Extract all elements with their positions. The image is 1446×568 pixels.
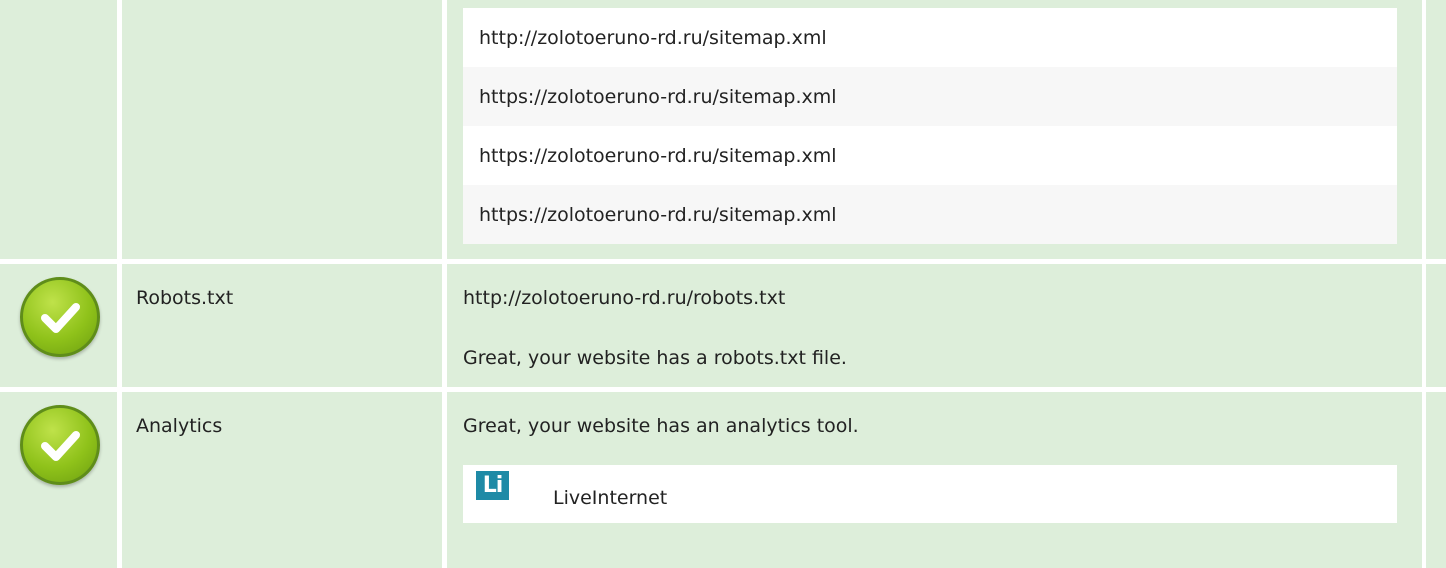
sitemap-list: http://zolotoeruno-rd.ru/sitemap.xml htt…	[447, 0, 1422, 259]
sitemap-url[interactable]: http://zolotoeruno-rd.ru/sitemap.xml	[479, 27, 827, 49]
analytics-label: Analytics	[136, 415, 223, 437]
sitemap-item[interactable]: http://zolotoeruno-rd.ru/sitemap.xml	[463, 8, 1397, 67]
analytics-icon-cell	[0, 392, 117, 568]
sitemap-item[interactable]: https://zolotoeruno-rd.ru/sitemap.xml	[463, 185, 1397, 244]
liveinternet-logo-icon: Li	[476, 471, 509, 500]
check-circle-icon	[20, 405, 100, 485]
robots-row: Robots.txt http://zolotoeruno-rd.ru/robo…	[0, 264, 1446, 387]
sitemap-url[interactable]: https://zolotoeruno-rd.ru/sitemap.xml	[479, 204, 837, 226]
robots-content-cell: http://zolotoeruno-rd.ru/robots.txt Grea…	[447, 264, 1422, 387]
sitemap-label-cell	[122, 0, 442, 259]
robots-label-cell: Robots.txt	[122, 264, 442, 387]
sitemap-item[interactable]: https://zolotoeruno-rd.ru/sitemap.xml	[463, 126, 1397, 185]
analytics-tool-item: Li LiveInternet	[463, 465, 1397, 523]
check-circle-icon	[20, 277, 100, 357]
analytics-label-cell: Analytics	[122, 392, 442, 568]
analytics-message: Great, your website has an analytics too…	[463, 415, 859, 437]
robots-right-cell	[1426, 264, 1446, 387]
sitemap-url[interactable]: https://zolotoeruno-rd.ru/sitemap.xml	[479, 86, 837, 108]
sitemap-right-cell	[1426, 0, 1446, 259]
robots-url[interactable]: http://zolotoeruno-rd.ru/robots.txt	[463, 289, 785, 308]
robots-label: Robots.txt	[136, 287, 234, 309]
analytics-tool-name: LiveInternet	[553, 487, 668, 509]
sitemap-url[interactable]: https://zolotoeruno-rd.ru/sitemap.xml	[479, 145, 837, 167]
analytics-content-cell: Great, your website has an analytics too…	[447, 392, 1422, 568]
sitemap-item[interactable]: https://zolotoeruno-rd.ru/sitemap.xml	[463, 67, 1397, 126]
analytics-row: Analytics Great, your website has an ana…	[0, 392, 1446, 568]
robots-message: Great, your website has a robots.txt fil…	[463, 347, 847, 369]
analytics-right-cell	[1426, 392, 1446, 568]
robots-icon-cell	[0, 264, 117, 387]
sitemap-row: http://zolotoeruno-rd.ru/sitemap.xml htt…	[0, 0, 1446, 259]
sitemap-icon-cell	[0, 0, 117, 259]
